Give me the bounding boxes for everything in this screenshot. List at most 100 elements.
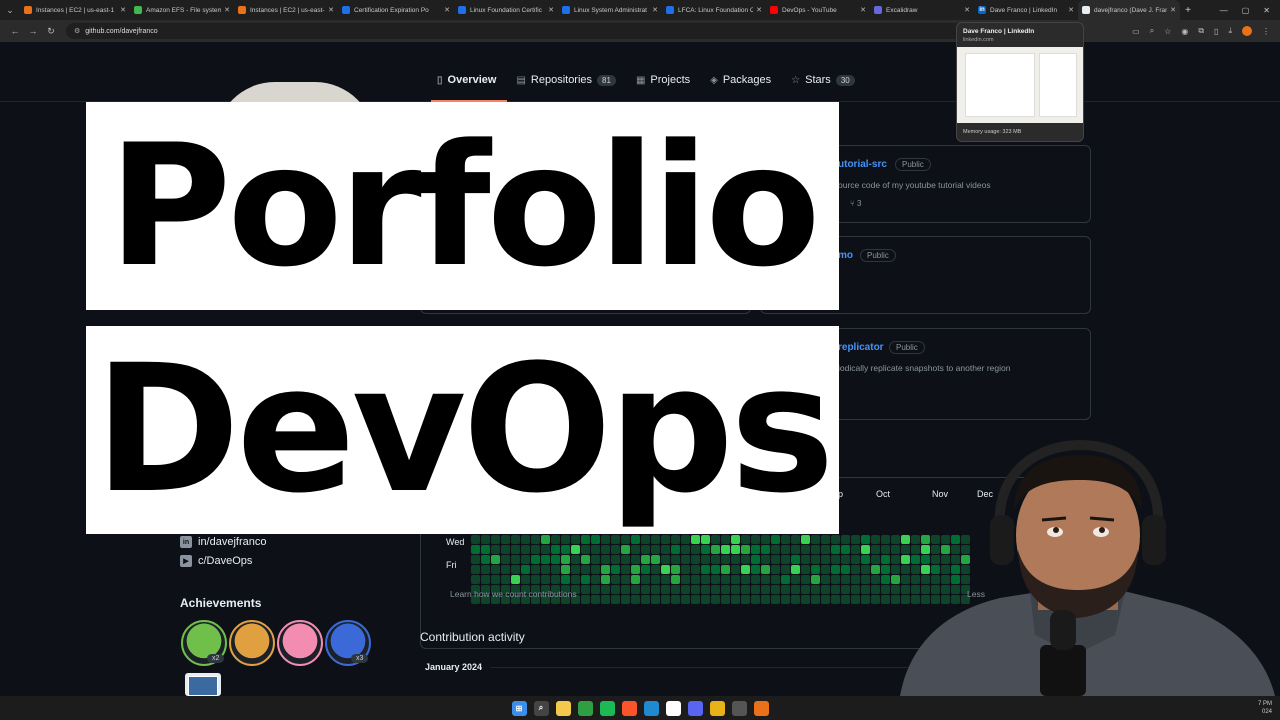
contribution-cell[interactable] [691,585,700,594]
contribution-cell[interactable] [521,555,530,564]
contribution-cell[interactable] [821,595,830,604]
contribution-cell[interactable] [481,565,490,574]
extension-icon[interactable]: ◉ [1181,27,1188,36]
contribution-cell[interactable] [661,545,670,554]
contribution-cell[interactable] [691,545,700,554]
browser-tab[interactable]: davejfranco (Dave J. Franc ✕ [1078,0,1180,20]
contribution-cell[interactable] [741,575,750,584]
contribution-cell[interactable] [841,535,850,544]
contribution-cell[interactable] [771,585,780,594]
contribution-cell[interactable] [661,575,670,584]
contribution-cell[interactable] [681,585,690,594]
contribution-cell[interactable] [631,595,640,604]
contribution-cell[interactable] [681,575,690,584]
tab-close-icon[interactable]: ✕ [860,6,866,14]
contribution-cell[interactable] [731,595,740,604]
contribution-cell[interactable] [821,585,830,594]
browser-tab[interactable]: Instances | EC2 | us-east-1 ✕ [234,0,338,20]
contribution-cell[interactable] [871,575,880,584]
contribution-cell[interactable] [621,545,630,554]
contribution-cell[interactable] [881,565,890,574]
contribution-cell[interactable] [651,595,660,604]
contribution-cell[interactable] [641,595,650,604]
contribution-cell[interactable] [721,565,730,574]
contribution-cell[interactable] [571,565,580,574]
address-bar[interactable]: ⚙ github.com/davejfranco [66,23,966,39]
contribution-cell[interactable] [591,575,600,584]
chrome-dev-icon[interactable] [753,700,769,716]
contribution-cell[interactable] [571,535,580,544]
contribution-cell[interactable] [581,565,590,574]
contribution-cell[interactable] [621,585,630,594]
contribution-cell[interactable] [491,555,500,564]
contribution-cell[interactable] [811,585,820,594]
contribution-cell[interactable] [831,535,840,544]
fork-count[interactable]: ⑂ 3 [850,199,862,208]
contribution-cell[interactable] [561,565,570,574]
contribution-cell[interactable] [711,595,720,604]
contribution-cell[interactable] [671,535,680,544]
browser-tab[interactable]: LFCA: Linux Foundation C ✕ [662,0,766,20]
contribution-cell[interactable] [561,555,570,564]
contribution-cell[interactable] [591,555,600,564]
contribution-cell[interactable] [601,555,610,564]
tab-search-icon[interactable]: ⌄ [0,0,20,20]
contribution-cell[interactable] [651,545,660,554]
contribution-cell[interactable] [861,595,870,604]
contribution-cell[interactable] [551,565,560,574]
extensions-puzzle-icon[interactable]: ⧉ [1198,26,1204,36]
contribution-cell[interactable] [501,535,510,544]
repo-name[interactable]: utorial-src [838,159,887,170]
contribution-cell[interactable] [681,565,690,574]
contribution-cell[interactable] [881,575,890,584]
contribution-cell[interactable] [621,575,630,584]
contribution-cell[interactable] [861,535,870,544]
contribution-cell[interactable] [871,595,880,604]
contribution-cell[interactable] [701,555,710,564]
browser-tab[interactable]: Linux System Administrat ✕ [558,0,662,20]
contribution-cell[interactable] [611,555,620,564]
contribution-cell[interactable] [721,555,730,564]
contribution-cell[interactable] [861,565,870,574]
contribution-cell[interactable] [691,535,700,544]
contribution-cell[interactable] [591,585,600,594]
contribution-cell[interactable] [631,555,640,564]
tab-overview[interactable]: ▯ Overview [437,74,496,86]
contribution-cell[interactable] [781,535,790,544]
contribution-cell[interactable] [741,595,750,604]
contribution-cell[interactable] [481,545,490,554]
contribution-cell[interactable] [531,575,540,584]
contribution-cell[interactable] [511,535,520,544]
contribution-cell[interactable] [881,585,890,594]
zoom-icon[interactable]: ⌕ [1150,26,1154,36]
contribution-cell[interactable] [561,575,570,584]
contribution-cell[interactable] [841,565,850,574]
contribution-cell[interactable] [721,585,730,594]
repo-name[interactable]: mo [838,250,853,261]
contribution-cell[interactable] [821,545,830,554]
start-icon[interactable]: ⊞ [511,700,527,716]
contribution-cell[interactable] [781,585,790,594]
cast-icon[interactable]: ▭ [1132,27,1140,36]
contribution-cell[interactable] [621,565,630,574]
contribution-cell[interactable] [881,555,890,564]
contribution-cell[interactable] [701,545,710,554]
contribution-cell[interactable] [601,595,610,604]
contribution-cell[interactable] [701,595,710,604]
contribution-cell[interactable] [781,575,790,584]
contribution-cell[interactable] [851,585,860,594]
contribution-cell[interactable] [501,545,510,554]
profile-avatar[interactable] [1242,26,1252,36]
contribution-cell[interactable] [481,555,490,564]
contribution-cell[interactable] [491,565,500,574]
browser-tab[interactable]: DevOps - YouTube ✕ [766,0,870,20]
close-window-icon[interactable]: ✕ [1263,6,1270,15]
contribution-cell[interactable] [781,595,790,604]
contribution-cell[interactable] [771,565,780,574]
contribution-cell[interactable] [591,535,600,544]
system-clock[interactable]: 7 PM 024 [1258,700,1272,716]
contribution-cell[interactable] [631,565,640,574]
contribution-cell[interactable] [661,535,670,544]
contribution-cell[interactable] [811,535,820,544]
contribution-cell[interactable] [751,575,760,584]
